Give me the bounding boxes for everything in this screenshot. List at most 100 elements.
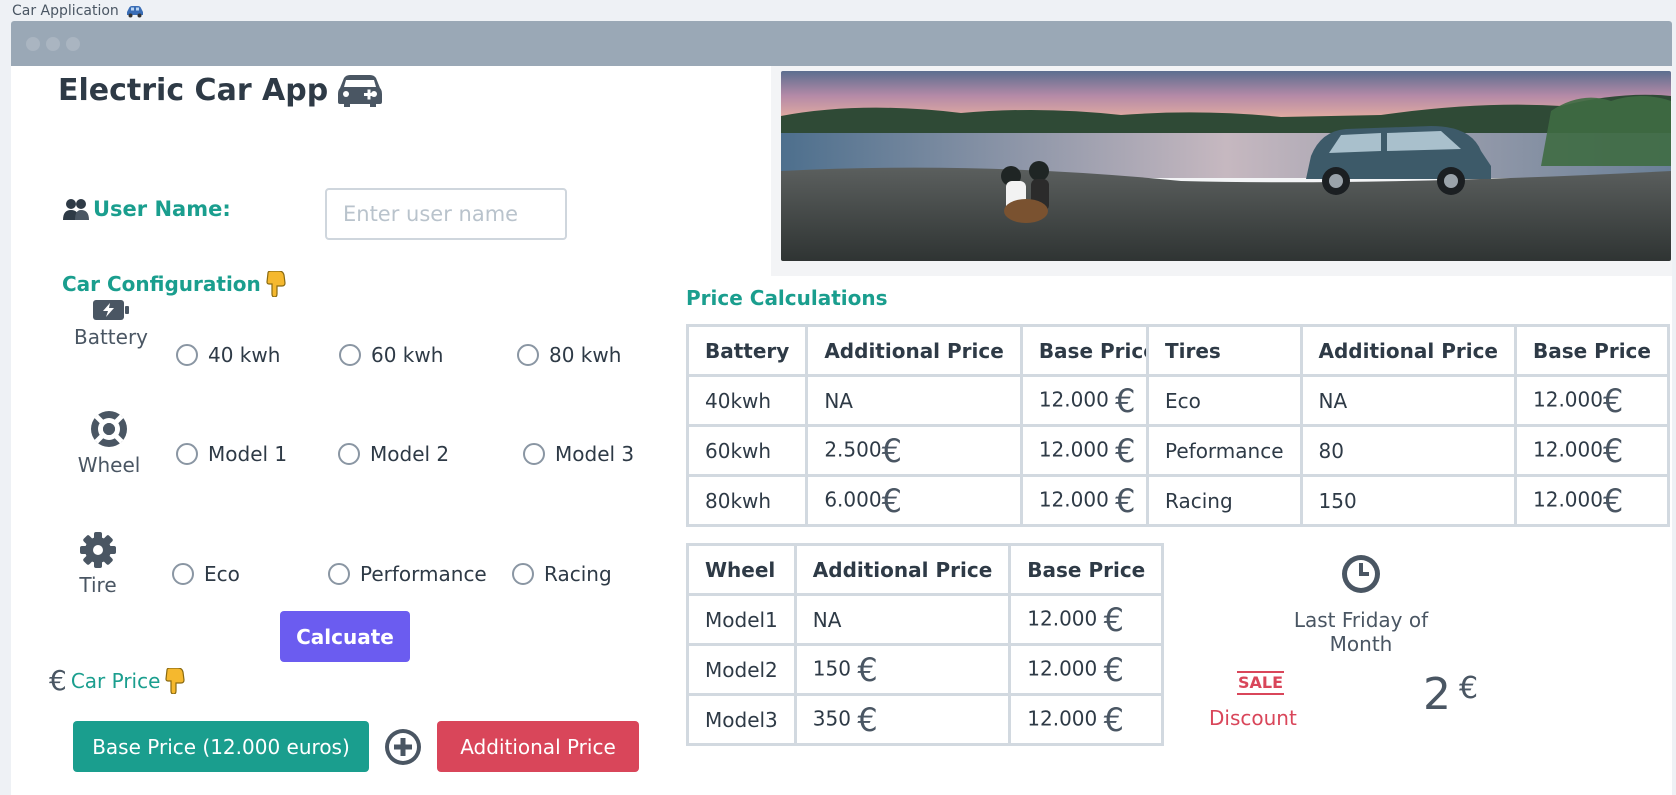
table-cell: 12.000€ xyxy=(1514,474,1670,527)
price-value: 12.000 xyxy=(1533,487,1603,511)
price-value: 12.000 xyxy=(1533,387,1603,411)
euro-icon: € xyxy=(857,650,878,689)
tire-option-eco-label: Eco xyxy=(204,562,240,586)
battery-option-60[interactable]: 60 kwh xyxy=(339,343,443,367)
table-header: Base Price xyxy=(1008,543,1165,596)
table-cell: Eco xyxy=(1146,374,1303,427)
schedule-text: Last Friday of Month xyxy=(1293,608,1429,656)
table-cell: 12.000€ xyxy=(1514,374,1670,427)
radio-circle[interactable] xyxy=(328,563,350,585)
price-value: 12.000 xyxy=(1027,656,1098,680)
price-value: 350 xyxy=(812,706,851,730)
window-dot-icon[interactable] xyxy=(26,36,40,51)
euro-icon: € xyxy=(1103,600,1124,639)
battery-option-60-label: 60 kwh xyxy=(371,343,444,367)
base-price-button[interactable]: Base Price (12.000 euros) xyxy=(73,721,369,772)
table-row: Model1 NA 12.000 € xyxy=(686,593,1165,646)
window-dot-icon[interactable] xyxy=(46,36,60,51)
table-header: Base Price xyxy=(1514,324,1670,377)
table-cell: 12.000 € xyxy=(1008,643,1165,696)
calculate-button[interactable]: Calcuate xyxy=(280,611,410,662)
euro-icon: € xyxy=(857,700,878,739)
car-icon xyxy=(338,74,383,107)
euro-icon: € xyxy=(1115,481,1136,520)
table-cell: NA xyxy=(1299,374,1518,427)
table-header: Tires xyxy=(1146,324,1303,377)
euro-icon: € xyxy=(1115,431,1136,470)
wheel-option-model-2[interactable]: Model 2 xyxy=(338,442,449,466)
page-title-text: Electric Car App xyxy=(58,73,329,108)
tire-config: Tire xyxy=(58,531,138,597)
additional-price-button[interactable]: Additional Price xyxy=(437,721,639,772)
table-row: Racing 150 12.000€ xyxy=(1146,474,1670,527)
pointing-down-icon xyxy=(266,271,286,297)
tire-option-performance[interactable]: Performance xyxy=(328,562,487,586)
battery-icon xyxy=(93,300,129,320)
table-cell: Peformance xyxy=(1146,424,1303,477)
sale-badge: SALE xyxy=(1237,671,1285,695)
euro-icon: € xyxy=(1602,381,1624,420)
wheel-icon xyxy=(91,411,127,447)
car-price-title: € Car Price xyxy=(49,667,186,695)
user-name-label-text: User Name: xyxy=(93,197,231,221)
wheel-option-model-2-label: Model 2 xyxy=(370,442,450,466)
wheel-config: Wheel xyxy=(69,409,149,477)
euro-icon: € xyxy=(881,431,902,470)
wheel-option-model-3-label: Model 3 xyxy=(555,442,635,466)
tire-option-eco[interactable]: Eco xyxy=(172,562,240,586)
table-header-row: Battery Additional Price Base Price xyxy=(685,324,1176,377)
price-value: 12.000 xyxy=(1027,706,1098,730)
table-cell: 2.500€ xyxy=(805,424,1023,477)
car-price-text: Car Price xyxy=(70,669,161,693)
price-value: 12.000 xyxy=(1038,437,1109,461)
table-cell: 150 € xyxy=(793,643,1012,696)
wheel-label: Wheel xyxy=(77,453,141,477)
user-name-label: User Name: xyxy=(63,197,231,221)
table-header: Additional Price xyxy=(1299,324,1518,377)
discount-label: Discount xyxy=(1209,706,1297,730)
radio-circle[interactable] xyxy=(338,443,360,465)
table-cell: 60kwh xyxy=(685,424,809,477)
radio-circle[interactable] xyxy=(512,563,534,585)
radio-circle[interactable] xyxy=(517,344,539,366)
radio-circle[interactable] xyxy=(176,443,198,465)
table-row: 40kwh NA 12.000 € xyxy=(685,374,1176,427)
radio-circle[interactable] xyxy=(523,443,545,465)
user-name-input[interactable] xyxy=(325,188,567,240)
pointing-down-icon xyxy=(165,668,186,694)
wheel-option-model-1[interactable]: Model 1 xyxy=(176,442,287,466)
wheel-option-model-3[interactable]: Model 3 xyxy=(523,442,634,466)
table-cell: 80 xyxy=(1299,424,1518,477)
radio-circle[interactable] xyxy=(339,344,361,366)
table-header: Additional Price xyxy=(805,324,1023,377)
tires-price-table: Tires Additional Price Base Price Eco NA… xyxy=(1146,324,1670,527)
table-cell: Model3 xyxy=(686,693,797,746)
battery-label: Battery xyxy=(73,325,149,349)
euro-icon: € xyxy=(1103,650,1124,689)
window-dot-icon[interactable] xyxy=(66,36,80,51)
price-value: 2.500 xyxy=(824,437,882,461)
discount-value: 2 xyxy=(1423,669,1451,720)
table-cell: 12.000€ xyxy=(1514,424,1670,477)
table-cell: 12.000 € xyxy=(1008,593,1165,646)
table-cell: 12.000 € xyxy=(1008,693,1165,746)
hero-image xyxy=(781,71,1671,261)
table-row: Model2 150 € 12.000 € xyxy=(686,643,1165,696)
table-header: Additional Price xyxy=(793,543,1012,596)
table-cell: NA xyxy=(805,374,1023,427)
table-row: Peformance 80 12.000€ xyxy=(1146,424,1670,477)
price-calculations-text: Price Calculations xyxy=(686,286,888,310)
table-cell: NA xyxy=(793,593,1012,646)
table-header-row: Tires Additional Price Base Price xyxy=(1146,324,1670,377)
window-titlebar xyxy=(11,21,1672,66)
radio-circle[interactable] xyxy=(172,563,194,585)
battery-option-40[interactable]: 40 kwh xyxy=(176,343,280,367)
battery-option-80[interactable]: 80 kwh xyxy=(517,343,621,367)
table-cell: Model1 xyxy=(686,593,797,646)
tire-option-racing[interactable]: Racing xyxy=(512,562,612,586)
car-configuration-title: Car Configuration xyxy=(62,271,287,297)
battery-option-40-label: 40 kwh xyxy=(208,343,281,367)
price-value: 12.000 xyxy=(1533,437,1603,461)
radio-circle[interactable] xyxy=(176,344,198,366)
car-configuration-text: Car Configuration xyxy=(62,272,261,296)
